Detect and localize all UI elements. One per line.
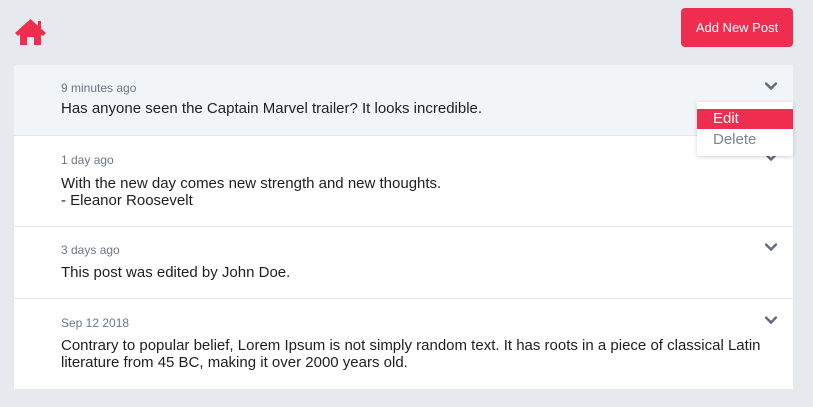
post-text: Contrary to popular belief, Lorem Ipsum … <box>61 337 761 371</box>
post-feed: 9 minutes ago Has anyone seen the Captai… <box>14 65 793 389</box>
post-actions-dropdown: Edit Delete <box>697 102 793 156</box>
add-new-post-button[interactable]: Add New Post <box>681 8 793 47</box>
post-item: Sep 12 2018 Contrary to popular belief, … <box>14 299 793 389</box>
post-item: 9 minutes ago Has anyone seen the Captai… <box>14 65 793 136</box>
delete-menu-item[interactable]: Delete <box>697 130 793 150</box>
post-timestamp: Sep 12 2018 <box>61 316 130 330</box>
post-timestamp: 3 days ago <box>61 243 120 257</box>
home-icon[interactable] <box>14 18 47 46</box>
post-text: This post was edited by John Doe. <box>61 264 291 281</box>
chevron-down-icon[interactable] <box>765 316 777 325</box>
post-text: With the new day comes new strength and … <box>61 175 442 209</box>
post-item: 1 day ago With the new day comes new str… <box>14 136 793 227</box>
post-timestamp: 1 day ago <box>61 153 114 167</box>
chevron-down-icon[interactable] <box>765 243 777 252</box>
post-item: 3 days ago This post was edited by John … <box>14 227 793 299</box>
edit-menu-item[interactable]: Edit <box>697 109 793 129</box>
post-text: Has anyone seen the Captain Marvel trail… <box>61 100 483 117</box>
post-timestamp: 9 minutes ago <box>61 81 137 95</box>
chevron-down-icon[interactable] <box>765 82 777 91</box>
